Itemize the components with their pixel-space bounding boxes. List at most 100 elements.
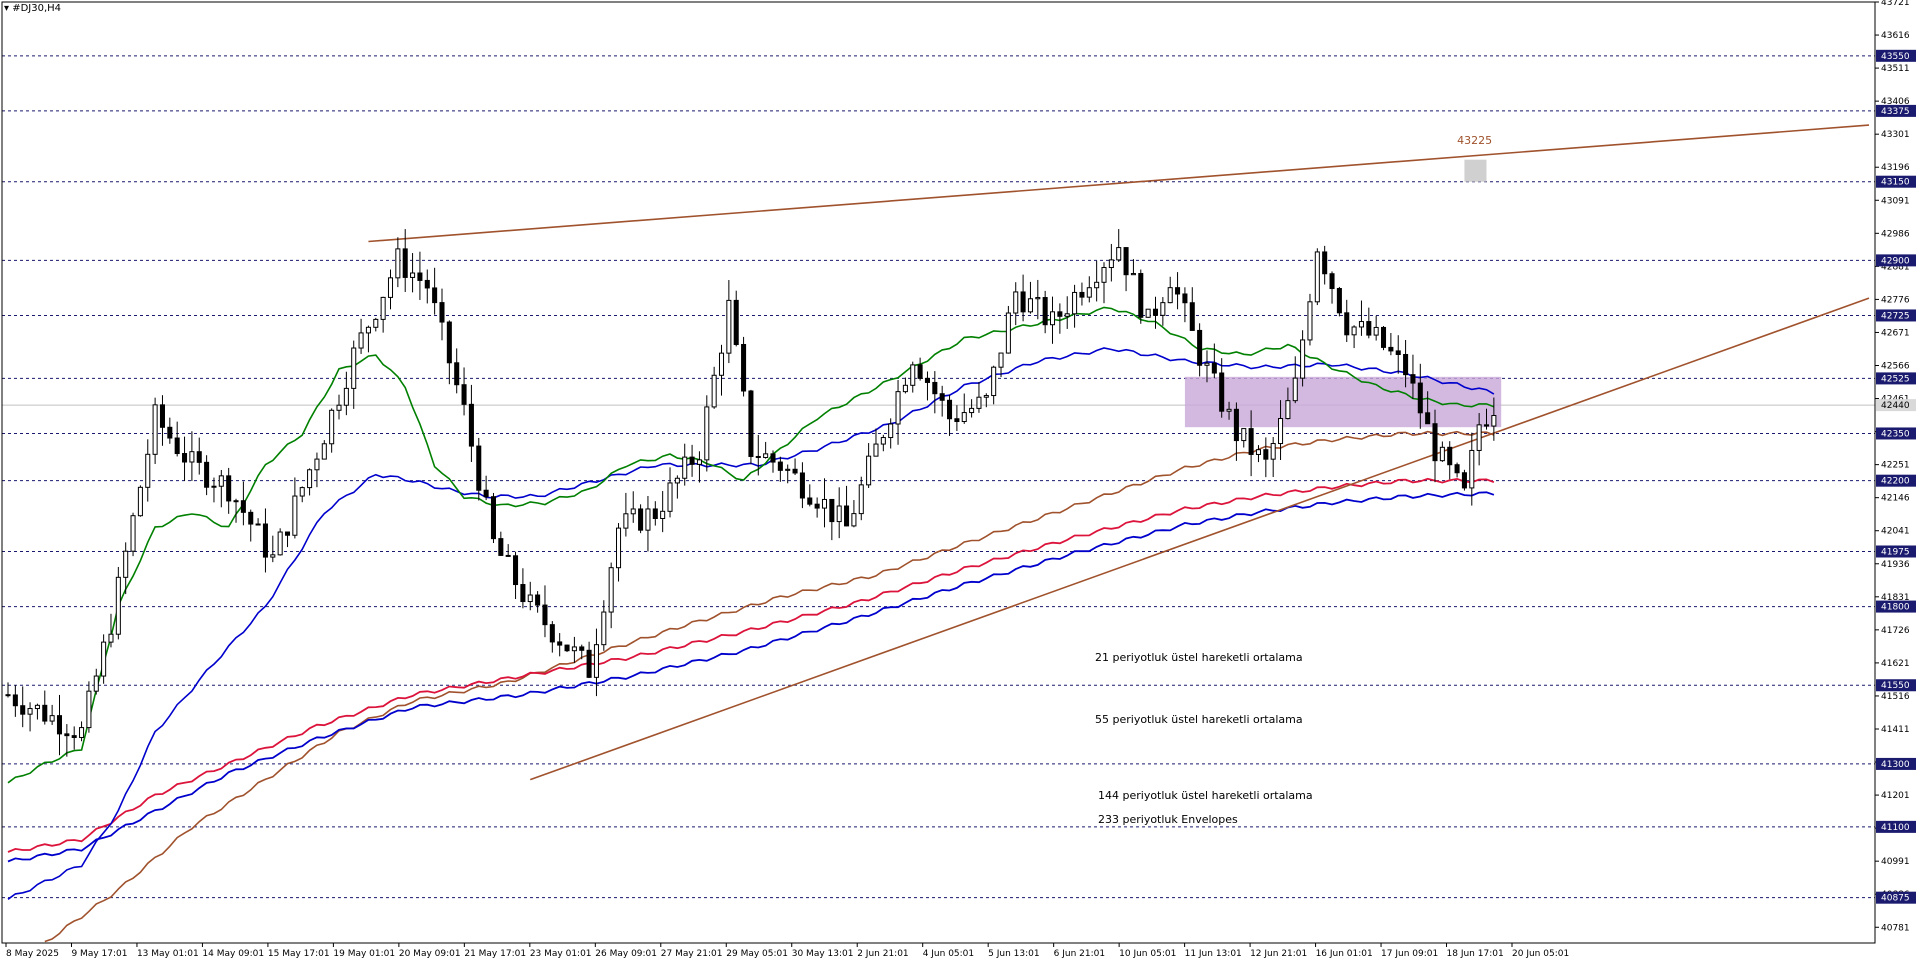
candle [284,531,291,548]
time-tick-label: 21 May 17:01 [464,949,526,959]
candle-body-bull [314,458,320,471]
legend-envelopes: 233 periyotluk Envelopes [1098,813,1238,826]
candle [601,600,607,651]
candle [1395,335,1401,374]
candle-body-bull [711,374,717,408]
candle [1300,330,1306,387]
candle-body-bear [284,531,291,536]
candle [365,325,371,353]
candle [1130,259,1136,276]
candle [93,668,99,695]
candle [513,551,519,600]
candle [159,395,165,446]
time-tick-label: 15 May 17:01 [268,949,330,959]
candle-body-bull [1013,291,1019,314]
candle-body-bear [42,704,48,722]
legend-ema21: 21 periyotluk üstel hareketli ortalama [1095,651,1303,664]
candle [380,296,386,333]
candle [189,431,195,481]
price-tick-label: 40991 [1881,857,1910,867]
candle [255,518,261,526]
candle-body-bear [64,733,70,737]
candle [1314,248,1320,306]
candle [1197,323,1203,377]
candle-body-bear [182,453,188,463]
candle [674,475,680,499]
candle-body-bear [807,497,813,505]
upper-resistance-line[interactable] [368,124,1870,243]
candle-body-bull [86,690,92,729]
candle [20,686,26,728]
candle-body-bull [1255,449,1261,455]
candle-body-bull [93,675,99,692]
candle [910,361,916,393]
candle-body-bull [763,453,769,458]
price-tick-label: 41516 [1881,692,1910,702]
time-tick-label: 11 Jun 13:01 [1185,949,1242,959]
candle-body-bull [373,318,379,328]
candle-body-bull [1101,267,1107,283]
candle-body-bear [196,451,202,463]
candle-body-bull [1278,418,1284,445]
candle-body-bull [336,404,342,411]
candle [895,380,901,445]
candle-body-bear [741,343,747,392]
candle [424,269,430,304]
candle-body-bull [1204,362,1210,366]
candle [733,290,739,347]
price-chart[interactable]: 4372143616435114340643301431964309142986… [0,0,1916,963]
candle [1152,296,1159,329]
candle-body-bear [56,715,63,735]
dropdown-triangle-icon[interactable]: ▾ [4,3,9,14]
candle [1138,269,1144,324]
candle-body-bull [410,272,416,278]
candle [248,509,254,542]
chart-window[interactable]: 43721 43616 43511 43406 43301 43196 43091 42986… [0,0,1916,963]
candle [726,280,732,364]
ema144-line [44,430,1495,943]
candle [1270,437,1276,478]
candle [1358,300,1364,336]
candle-body-bull [395,248,401,279]
candle-body-bull [1027,298,1033,313]
candle-body-bear [1248,428,1254,455]
candle [542,585,548,638]
candle-body-bear [167,426,173,439]
candle-body-bull [1300,339,1306,379]
candle [1108,243,1114,282]
candle [454,348,460,394]
price-tick-label: 41411 [1881,725,1910,735]
price-tick-label: 42776 [1881,295,1910,305]
candle [373,317,379,332]
candle-body-bull [1292,377,1298,402]
candle-body-bull [380,296,386,320]
candle [947,394,953,436]
time-tick-label: 20 Jun 05:01 [1512,949,1569,959]
candle [5,682,11,698]
candle-body-bear [1042,297,1048,326]
candle [130,512,136,557]
level-label-41300: 41300 [1881,760,1910,770]
candle-body-bull [851,513,857,527]
candle-body-bear [777,461,783,471]
symbol-name: #DJ30,H4 [12,3,62,14]
candle [1145,308,1151,318]
candle-body-bull [115,576,121,635]
candle-body-bull [1285,400,1291,420]
candle-body-bear [1263,449,1269,460]
candle-body-bull [307,469,313,489]
candle-body-bull [1307,301,1313,341]
candle-body-bear [520,584,526,603]
candle-body-bear [1079,291,1085,298]
candle [27,702,33,732]
candle [461,367,467,416]
candle-body-bull [145,453,151,488]
candle [939,385,945,417]
candle [932,371,938,414]
candle-body-bull [34,704,40,710]
candle [1373,315,1379,341]
candle [483,475,489,501]
price-tick-label: 43616 [1881,31,1910,41]
time-tick-label: 30 May 13:01 [792,949,854,959]
candle-body-bear [829,498,835,523]
